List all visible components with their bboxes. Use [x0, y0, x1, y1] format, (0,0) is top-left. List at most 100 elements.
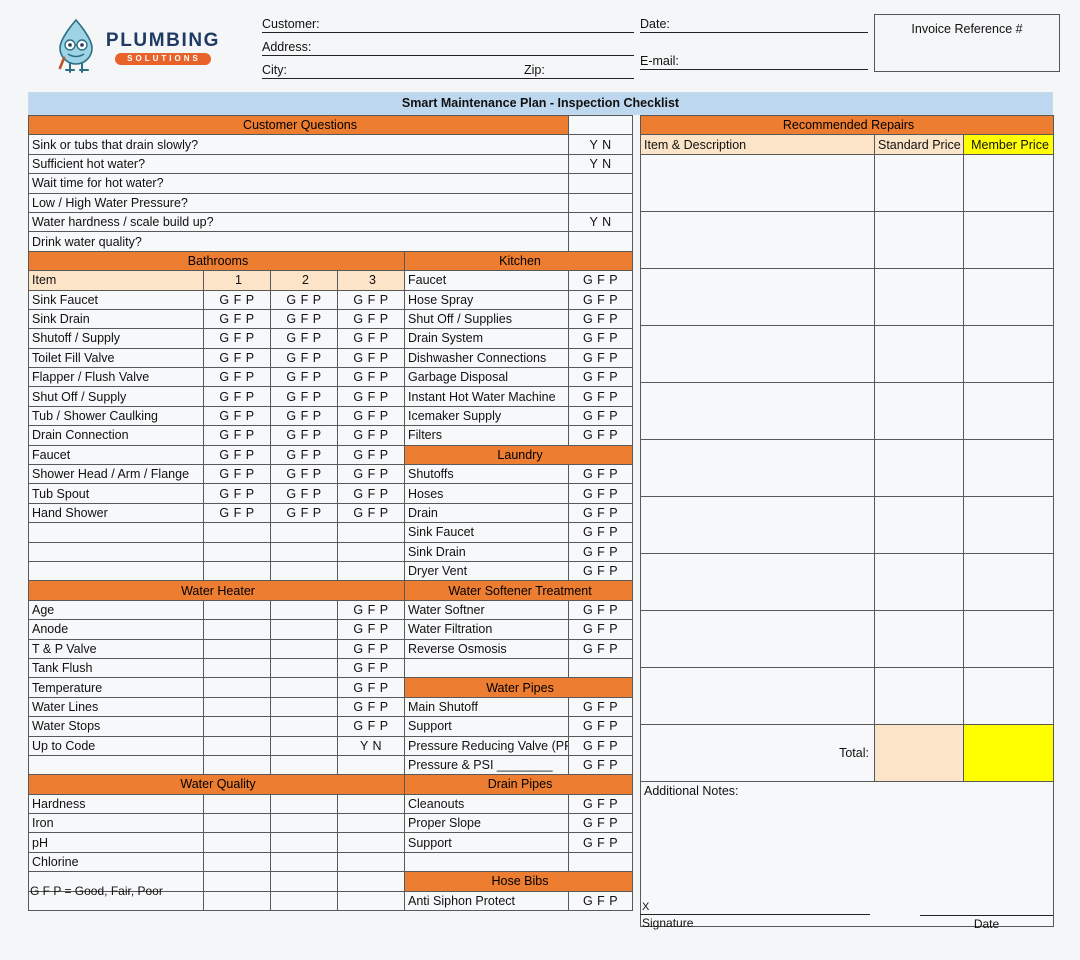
bathroom-rating[interactable]: G F P — [337, 425, 405, 446]
kitchen-item-rating[interactable]: G F P — [568, 425, 634, 446]
water-heater-rating[interactable]: G F P — [337, 657, 405, 679]
empty-cell[interactable] — [203, 851, 271, 873]
repair-standard-price-cell[interactable] — [874, 666, 964, 725]
bathroom-rating[interactable]: G F P — [203, 347, 271, 369]
bathroom-rating[interactable]: G F P — [270, 464, 338, 485]
bathroom-rating[interactable]: G F P — [337, 328, 405, 349]
repair-standard-price-cell[interactable] — [874, 495, 964, 554]
kitchen-item-rating[interactable]: G F P — [568, 386, 634, 407]
city-value[interactable] — [287, 63, 524, 78]
question-answer[interactable]: Y N — [568, 211, 634, 233]
bathroom-rating[interactable]: G F P — [337, 502, 405, 524]
date-field[interactable]: Date: — [640, 14, 868, 33]
water-pipes-item-rating[interactable]: G F P — [568, 696, 634, 718]
laundry-item-rating[interactable]: G F P — [568, 464, 634, 485]
bathroom-rating[interactable]: G F P — [203, 502, 271, 524]
bathroom-rating[interactable]: G F P — [337, 347, 405, 369]
repair-standard-price-cell[interactable] — [874, 153, 964, 212]
bathroom-rating[interactable]: G F P — [203, 367, 271, 388]
repair-member-price-cell[interactable] — [962, 381, 1055, 440]
total-member-price[interactable] — [962, 723, 1055, 782]
repair-member-price-cell[interactable] — [962, 438, 1055, 497]
kitchen-item-rating[interactable]: G F P — [568, 347, 634, 369]
repair-standard-price-cell[interactable] — [874, 381, 964, 440]
laundry-item-rating[interactable]: G F P — [568, 541, 634, 562]
water-heater-rating[interactable]: G F P — [337, 716, 405, 737]
question-answer[interactable]: Y N — [568, 153, 634, 175]
empty-cell[interactable] — [203, 793, 271, 815]
bathroom-rating[interactable]: G F P — [337, 308, 405, 330]
repair-standard-price-cell[interactable] — [874, 438, 964, 497]
bathroom-rating[interactable]: G F P — [270, 386, 338, 407]
invoice-reference-box[interactable]: Invoice Reference # — [874, 14, 1060, 72]
bathroom-rating[interactable]: G F P — [270, 502, 338, 524]
repair-member-price-cell[interactable] — [962, 324, 1055, 383]
bathroom-rating[interactable]: G F P — [203, 328, 271, 349]
repair-member-price-cell[interactable] — [962, 495, 1055, 554]
laundry-item-rating[interactable]: G F P — [568, 522, 634, 543]
kitchen-item-rating[interactable]: G F P — [568, 289, 634, 310]
repair-standard-price-cell[interactable] — [874, 552, 964, 611]
bathroom-rating[interactable]: G F P — [203, 444, 271, 466]
customer-field[interactable]: Customer: — [262, 14, 634, 33]
bathroom-rating[interactable]: G F P — [337, 483, 405, 504]
empty-cell[interactable] — [203, 813, 271, 834]
kitchen-item-rating[interactable]: G F P — [568, 367, 634, 388]
bathroom-rating[interactable]: G F P — [337, 386, 405, 407]
water-heater-rating[interactable]: G F P — [337, 599, 405, 621]
repair-member-price-cell[interactable] — [962, 267, 1055, 326]
drain-pipes-item-rating[interactable]: G F P — [568, 793, 634, 815]
bathroom-rating[interactable]: G F P — [337, 289, 405, 310]
bathroom-rating[interactable]: G F P — [337, 464, 405, 485]
bathroom-rating[interactable]: G F P — [270, 367, 338, 388]
repair-member-price-cell[interactable] — [962, 153, 1055, 212]
bathroom-rating[interactable]: G F P — [337, 405, 405, 427]
address-field[interactable]: Address: — [262, 37, 634, 56]
repair-description-cell[interactable] — [640, 666, 875, 725]
laundry-item-rating[interactable]: G F P — [568, 483, 634, 504]
repair-member-price-cell[interactable] — [962, 210, 1055, 269]
water-pipes-item-rating[interactable]: G F P — [568, 754, 634, 776]
question-answer[interactable] — [568, 173, 634, 194]
bathroom-rating[interactable]: G F P — [270, 347, 338, 369]
bathroom-rating[interactable]: G F P — [270, 425, 338, 446]
question-answer[interactable] — [568, 231, 634, 252]
bathroom-rating[interactable]: G F P — [270, 328, 338, 349]
bathroom-rating[interactable]: G F P — [337, 444, 405, 466]
bathroom-rating[interactable]: G F P — [203, 289, 271, 310]
repair-standard-price-cell[interactable] — [874, 267, 964, 326]
bathroom-rating[interactable]: G F P — [203, 405, 271, 427]
city-zip-field[interactable]: City: Zip: — [262, 60, 634, 79]
laundry-item-rating[interactable]: G F P — [568, 502, 634, 524]
repair-description-cell[interactable] — [640, 381, 875, 440]
question-answer[interactable]: Y N — [568, 134, 634, 155]
water-heater-rating[interactable]: G F P — [337, 638, 405, 659]
repair-member-price-cell[interactable] — [962, 666, 1055, 725]
water-heater-rating[interactable]: Y N — [337, 735, 405, 756]
question-answer[interactable] — [568, 192, 634, 213]
signature-input[interactable]: X — [640, 900, 870, 915]
bathroom-rating[interactable]: G F P — [337, 367, 405, 388]
bathroom-rating[interactable]: G F P — [203, 425, 271, 446]
water-pipes-item-rating[interactable]: G F P — [568, 735, 634, 756]
hose-bibs-item-rating[interactable]: G F P — [568, 890, 634, 912]
kitchen-rating[interactable]: G F P — [568, 270, 634, 291]
drain-pipes-item-rating[interactable]: G F P — [568, 832, 634, 853]
repair-description-cell[interactable] — [640, 552, 875, 611]
kitchen-item-rating[interactable]: G F P — [568, 308, 634, 330]
bathroom-rating[interactable]: G F P — [270, 289, 338, 310]
repair-description-cell[interactable] — [640, 267, 875, 326]
water-softener-item-rating[interactable]: G F P — [568, 619, 634, 640]
bathroom-rating[interactable]: G F P — [203, 483, 271, 504]
bathroom-rating[interactable]: G F P — [270, 483, 338, 504]
repair-description-cell[interactable] — [640, 495, 875, 554]
repair-standard-price-cell[interactable] — [874, 210, 964, 269]
bathroom-rating[interactable]: G F P — [203, 386, 271, 407]
empty-cell[interactable] — [203, 832, 271, 853]
bathroom-rating[interactable]: G F P — [270, 405, 338, 427]
bathroom-rating[interactable]: G F P — [270, 308, 338, 330]
repair-standard-price-cell[interactable] — [874, 324, 964, 383]
bathroom-rating[interactable]: G F P — [203, 308, 271, 330]
bathroom-rating[interactable]: G F P — [203, 464, 271, 485]
repair-description-cell[interactable] — [640, 153, 875, 212]
